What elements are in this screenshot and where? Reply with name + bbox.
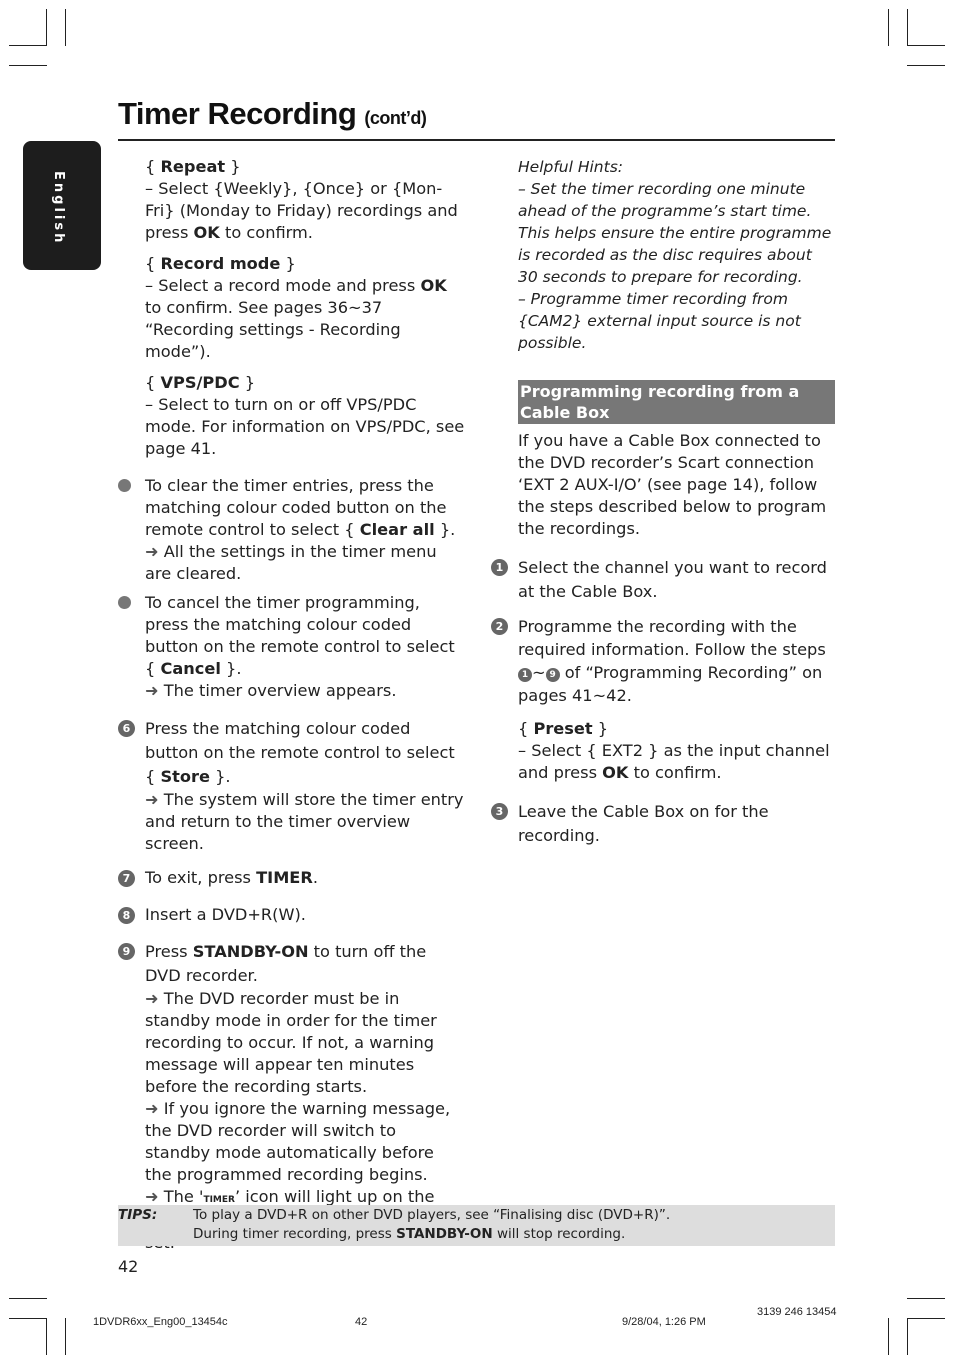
result-text: ➜ The DVD recorder must be in standby mo… [145,989,437,1096]
crop-mark [9,65,47,66]
option-description: – Select { EXT2 } as the input channel a… [518,741,830,782]
crop-mark [888,9,889,46]
option-description: – Select {Weekly}, {Once} or {Mon-Fri} (… [145,179,458,242]
step-number-icon: 1 [491,559,508,576]
step-2: 2 Programme the recording with the requi… [491,615,835,784]
result-text: ➜ The system will store the timer entry … [145,790,464,853]
bullet-cancel: To cancel the timer programming, press t… [118,592,465,702]
option-heading: { Preset } [518,719,609,738]
crop-mark [888,1318,889,1355]
result-text: ➜ If you ignore the warning message, the… [145,1099,451,1184]
arrow-icon: ➜ [145,1099,159,1118]
crop-mark [46,9,47,46]
footer-page: 42 [355,1316,368,1328]
result-text: ➜ The timer overview appears. [145,681,397,700]
step-number-icon: 1 [518,668,532,682]
page-title: Timer Recording (cont’d) [118,96,427,132]
step-number-icon: 9 [545,668,560,682]
step-number-icon: 8 [118,907,135,924]
page-number: 42 [118,1257,139,1276]
option-record-mode: { Record mode } – Select a record mode a… [145,253,465,363]
arrow-icon: ➜ [145,681,159,700]
crop-mark [9,1298,47,1299]
step-8: 8 Insert a DVD+R(W). [118,904,465,926]
step-6: 6 Press the matching colour coded button… [118,717,465,855]
title-rule [118,139,835,141]
language-tab-label: English [51,171,66,246]
crop-mark [907,1318,945,1319]
option-vps-pdc: { VPS/PDC } – Select to turn on or off V… [145,372,465,460]
step-7: 7 To exit, press TIMER. [118,867,465,889]
option-repeat: { Repeat } – Select {Weekly}, {Once} or … [145,156,465,244]
arrow-icon: ➜ [145,542,159,561]
option-description: – Select to turn on or off VPS/PDC mode.… [145,395,465,458]
title-subtitle: (cont’d) [364,108,427,128]
step-3: 3 Leave the Cable Box on for the recordi… [491,800,835,848]
crop-mark [907,1298,945,1299]
hints-title: Helpful Hints: [518,158,624,176]
tips-label: TIPS: [118,1207,158,1223]
result-text: ➜ All the settings in the timer menu are… [145,542,437,583]
bullet-icon [118,479,131,492]
option-heading: { Repeat } [145,157,241,176]
crop-mark [907,9,908,46]
tips-text: To play a DVD+R on other DVD players, se… [193,1207,671,1242]
step-number-icon: 2 [491,618,508,635]
helpful-hints: Helpful Hints: – Set the timer recording… [518,156,835,354]
crop-mark [46,1318,47,1355]
footer-date: 9/28/04, 1:26 PM [622,1316,706,1328]
section-heading: Programming recording from a Cable Box [518,380,835,424]
step-1: 1 Select the channel you want to record … [491,556,835,604]
crop-mark [65,1318,66,1355]
bullet-clear-all: To clear the timer entries, press the ma… [118,475,465,585]
option-description: – Select a record mode and press OK to c… [145,276,447,361]
option-heading: { Record mode } [145,254,296,273]
footer-code: 3139 246 13454 [757,1306,837,1318]
step-number-icon: 3 [491,803,508,820]
bullet-icon [118,596,131,609]
option-heading: { VPS/PDC } [145,373,256,392]
footer-file: 1DVDR6xx_Eng00_13454c [93,1316,228,1328]
arrow-icon: ➜ [145,790,159,809]
crop-mark [9,1318,47,1319]
crop-mark [907,1318,908,1355]
right-column: Helpful Hints: – Set the timer recording… [491,156,835,848]
timer-icon-label: timer [203,1191,235,1206]
tips-box: TIPS: To play a DVD+R on other DVD playe… [118,1205,835,1246]
crop-mark [907,65,945,66]
crop-mark [65,9,66,46]
arrow-icon: ➜ [145,989,159,1008]
step-number-icon: 9 [118,943,135,960]
step-number-icon: 7 [118,870,135,887]
step-number-icon: 6 [118,720,135,737]
hint-item: – Programme timer recording from {CAM2} … [518,290,801,352]
arrow-icon: ➜ [145,1187,159,1206]
hint-item: – Set the timer recording one minute ahe… [518,180,832,286]
crop-mark [907,45,945,46]
language-tab: English [23,141,101,270]
crop-mark [9,45,47,46]
left-column: { Repeat } – Select {Weekly}, {Once} or … [118,156,465,1254]
section-intro: If you have a Cable Box connected to the… [518,431,827,538]
title-text: Timer Recording [118,96,357,131]
